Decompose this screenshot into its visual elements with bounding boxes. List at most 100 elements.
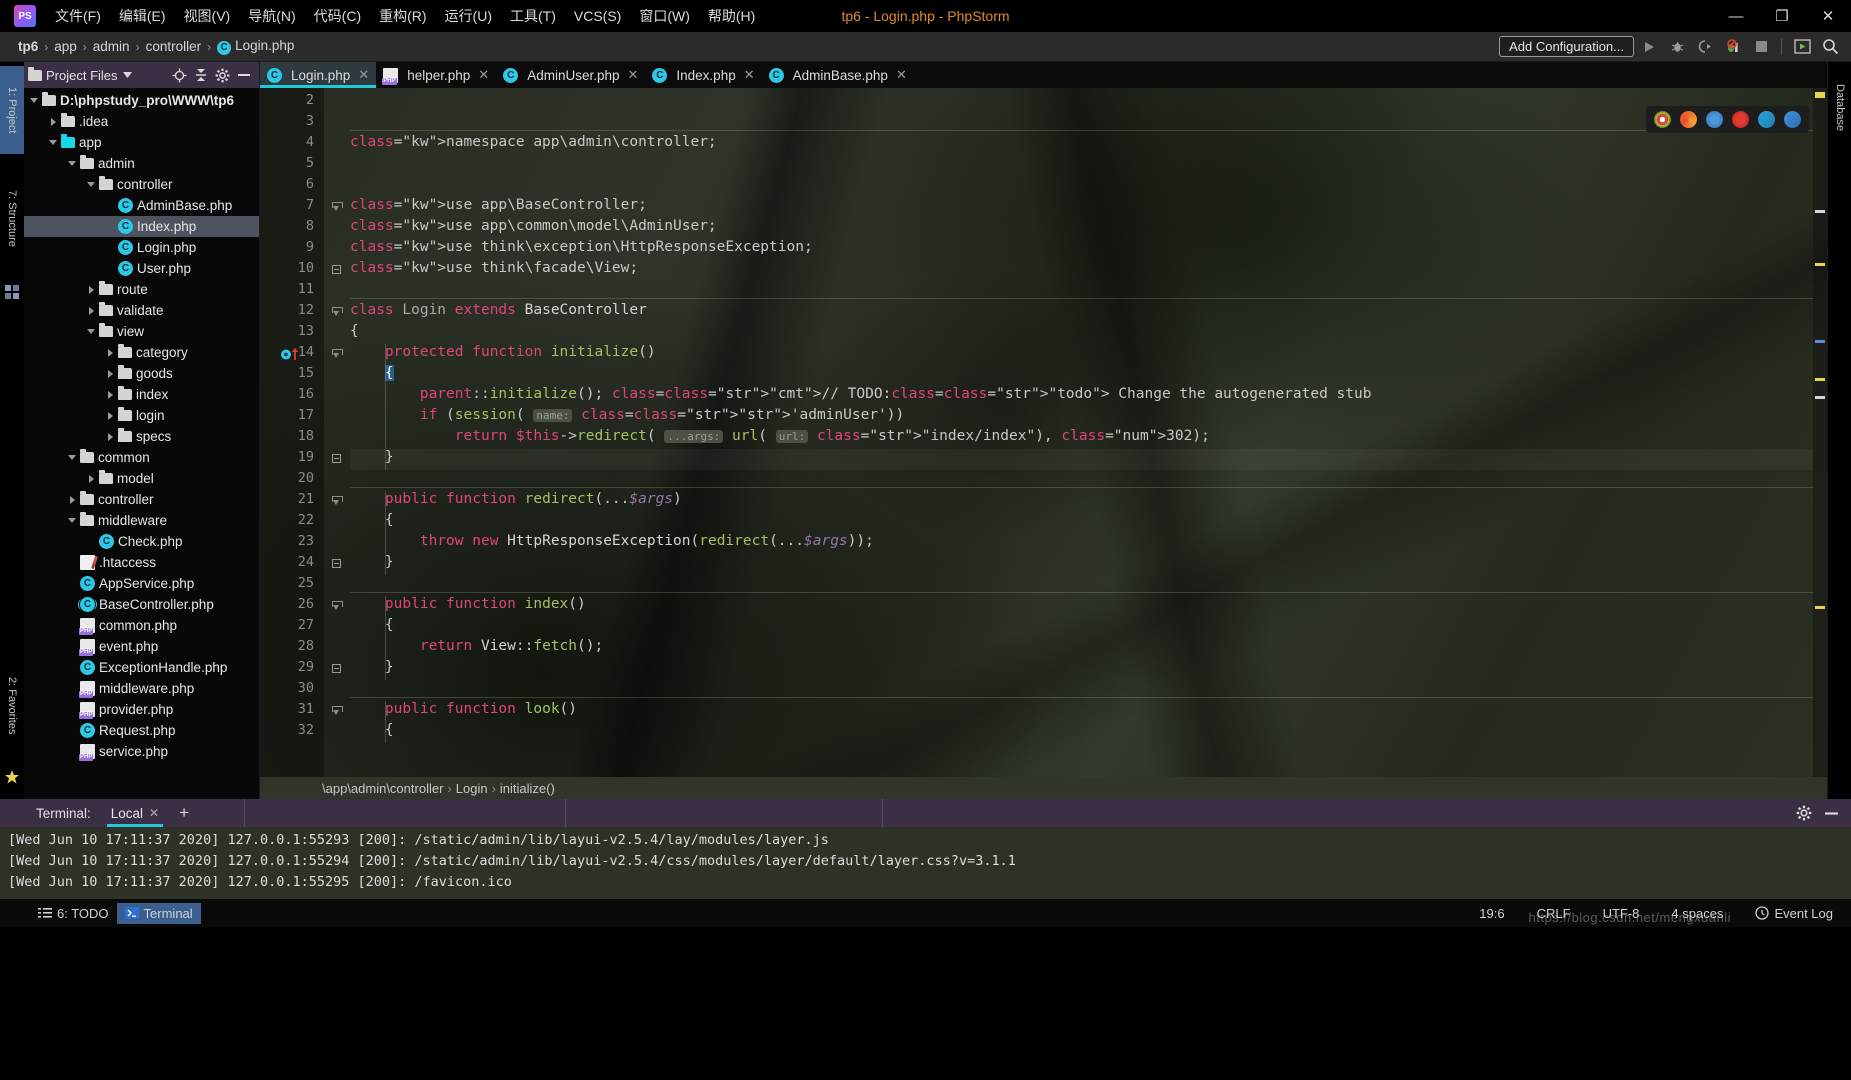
chevron-down-icon[interactable] <box>66 451 79 464</box>
safari-browser-icon[interactable] <box>1706 111 1723 128</box>
tree-item[interactable]: C ExceptionHandle.php <box>24 657 259 678</box>
tree-item[interactable]: C BaseController.php <box>24 594 259 615</box>
breadcrumb-item-login-php[interactable]: C Login.php <box>213 37 298 56</box>
code-line[interactable]: class Login extends BaseController <box>350 302 647 318</box>
breadcrumb[interactable]: tp6 › app › admin › controller › C Login.php <box>14 37 298 56</box>
stripe-tab-project[interactable]: 1: Project <box>0 66 24 154</box>
stop-icon[interactable] <box>1748 35 1774 59</box>
status-line-separator[interactable]: CRLF <box>1529 903 1579 924</box>
editor-breadcrumb[interactable]: \app\admin\controller › Login › initialize() <box>260 777 1827 799</box>
chevron-down-icon[interactable] <box>85 178 98 191</box>
chevron-down-icon[interactable] <box>66 157 79 170</box>
status-todo-button[interactable]: 6: TODO <box>30 903 117 924</box>
breadcrumb-item-tp6[interactable]: tp6 <box>14 38 42 55</box>
stripe-marker-change[interactable] <box>1815 210 1825 213</box>
close-icon[interactable]: ✕ <box>628 67 639 83</box>
window-controls[interactable]: — ❐ ✕ <box>1713 0 1851 32</box>
hide-panel-icon[interactable] <box>237 68 251 82</box>
stripe-marker-info[interactable] <box>1815 340 1825 343</box>
fold-region-icon[interactable] <box>332 202 343 213</box>
opera-browser-icon[interactable] <box>1732 111 1749 128</box>
terminal-output[interactable]: [Wed Jun 10 17:11:37 2020] 127.0.0.1:552… <box>0 827 1851 899</box>
tree-item[interactable]: provider.php <box>24 699 259 720</box>
tree-item[interactable]: C Index.php <box>24 216 259 237</box>
new-terminal-tab-button[interactable]: + <box>169 799 199 827</box>
editor-breadcrumb-item[interactable]: initialize() <box>500 781 555 796</box>
project-file-tree[interactable]: D:\phpstudy_pro\WWW\tp6 .idea app admin cont… <box>24 88 259 799</box>
status-event-log[interactable]: Event Log <box>1747 903 1841 924</box>
chevron-right-icon[interactable] <box>47 115 60 128</box>
stripe-marker-warning-2[interactable] <box>1815 263 1825 266</box>
code-line[interactable]: return View::fetch(); <box>350 638 603 654</box>
tree-item[interactable]: index <box>24 384 259 405</box>
code-line[interactable]: } <box>350 659 394 675</box>
menu-code[interactable]: 代码(C) <box>305 2 370 30</box>
add-configuration-button[interactable]: Add Configuration... <box>1499 36 1634 57</box>
code-line[interactable]: { <box>350 323 359 339</box>
maximize-icon[interactable]: ❐ <box>1759 0 1805 32</box>
breadcrumb-item-app[interactable]: app <box>50 38 81 55</box>
menu-navigate[interactable]: 导航(N) <box>239 2 304 30</box>
editor-tab-adminbase-php[interactable]: C AdminBase.php ✕ <box>762 62 914 88</box>
code-line[interactable]: if (session( name: class=class="str">"st… <box>350 407 904 423</box>
tree-item[interactable]: C Request.php <box>24 720 259 741</box>
tree-item[interactable]: controller <box>24 174 259 195</box>
status-terminal-button[interactable]: Terminal <box>116 902 201 924</box>
tree-item[interactable]: controller <box>24 489 259 510</box>
close-icon[interactable]: ✕ <box>744 67 755 83</box>
chevron-right-icon[interactable] <box>104 388 117 401</box>
fold-region-icon[interactable] <box>332 496 343 507</box>
tree-item[interactable]: middleware.php <box>24 678 259 699</box>
menu-tools[interactable]: 工具(T) <box>501 2 565 30</box>
stripe-marker-warning-4[interactable] <box>1815 606 1825 609</box>
code-line[interactable]: throw new HttpResponseException(redirect… <box>350 533 874 549</box>
terminal-tab-local[interactable]: Local ✕ <box>101 799 169 827</box>
editor-tab-login-php[interactable]: C Login.php ✕ <box>260 62 377 88</box>
line-number-gutter[interactable]: 2 3 4 5 6 7 8 9 10 11 12 13 14 15 16 17 18 19 20 21 22 23 24 25… <box>260 88 324 777</box>
chevron-right-icon[interactable] <box>104 430 117 443</box>
close-icon[interactable]: ✕ <box>478 67 489 83</box>
search-icon[interactable] <box>1817 35 1843 59</box>
close-icon[interactable]: ✕ <box>149 806 159 820</box>
tree-item[interactable]: C AppService.php <box>24 573 259 594</box>
code-editor[interactable]: 2 3 4 5 6 7 8 9 10 11 12 13 14 15 16 17 18 19 20 21 22 23 24 25… <box>260 88 1827 777</box>
stripe-tab-favorites[interactable]: 2: Favorites <box>0 651 24 761</box>
chevron-down-icon[interactable] <box>28 94 41 107</box>
browser-preview-toolbar[interactable] <box>1646 106 1809 133</box>
stripe-marker-change-2[interactable] <box>1815 396 1825 399</box>
layout-grid-icon[interactable] <box>4 284 20 300</box>
minimize-icon[interactable]: — <box>1713 0 1759 32</box>
code-line[interactable]: class="kw">use app\common\model\AdminUse… <box>350 218 717 234</box>
menu-file[interactable]: 文件(F) <box>46 2 110 30</box>
menu-window[interactable]: 窗口(W) <box>630 2 699 30</box>
editor-breadcrumb-item[interactable]: Login <box>456 781 488 796</box>
editor-tab-bar[interactable]: C Login.php ✕ helper.php ✕ C AdminUser.php ✕ C In… <box>260 62 1827 88</box>
code-text-area[interactable]: class="kw">namespace app\admin\controlle… <box>350 88 1813 777</box>
menu-run[interactable]: 运行(U) <box>436 2 501 30</box>
fold-region-icon[interactable] <box>332 307 343 318</box>
breadcrumb-item-admin[interactable]: admin <box>89 38 134 55</box>
tree-item[interactable]: goods <box>24 363 259 384</box>
status-encoding[interactable]: UTF-8 <box>1595 903 1648 924</box>
editor-tab-helper-php[interactable]: helper.php ✕ <box>376 62 496 88</box>
menu-bar[interactable]: 文件(F) 编辑(E) 视图(V) 导航(N) 代码(C) 重构(R) 运行(U) 工具(T)… <box>46 2 764 30</box>
tree-item[interactable]: app <box>24 132 259 153</box>
hide-panel-icon[interactable] <box>1824 806 1839 821</box>
code-line[interactable]: class="kw">use think\exception\HttpRespo… <box>350 239 813 255</box>
fold-region-icon[interactable] <box>332 349 343 360</box>
tree-item[interactable]: event.php <box>24 636 259 657</box>
chrome-browser-icon[interactable] <box>1654 111 1671 128</box>
menu-edit[interactable]: 编辑(E) <box>110 2 175 30</box>
stripe-tab-database[interactable]: Database <box>1828 66 1851 150</box>
code-line[interactable]: return $this->redirect( ...args: url( ur… <box>350 428 1210 444</box>
run-with-coverage-icon[interactable] <box>1692 35 1718 59</box>
tree-item[interactable]: D:\phpstudy_pro\WWW\tp6 <box>24 90 259 111</box>
chevron-right-icon[interactable] <box>85 283 98 296</box>
close-icon[interactable]: ✕ <box>358 67 369 83</box>
code-line[interactable]: { <box>350 722 394 738</box>
tree-item[interactable]: C Check.php <box>24 531 259 552</box>
code-line[interactable]: public function redirect(...$args) <box>350 491 682 507</box>
code-line[interactable]: class="kw">use think\facade\View; <box>350 260 638 276</box>
code-line[interactable]: { <box>350 512 394 528</box>
project-panel-title[interactable]: Project Files <box>46 68 132 83</box>
